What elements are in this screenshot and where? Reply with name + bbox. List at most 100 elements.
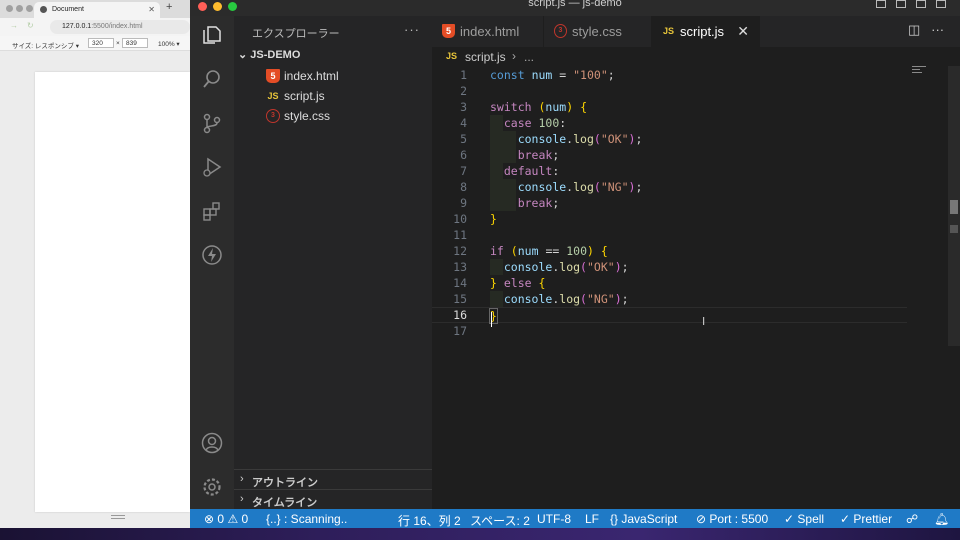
width-input[interactable]: 320 [88, 38, 114, 48]
notifications-bell-icon[interactable]: 🔔︎ [934, 512, 949, 526]
live-server-port[interactable]: ⊘ Port : 5500 [696, 512, 768, 526]
port-label: Port : 5500 [709, 512, 769, 526]
code-text: } [490, 212, 497, 226]
scrollbar-thumb[interactable] [950, 200, 958, 214]
code-text: if (num == 100) { [490, 244, 608, 258]
settings-gear-icon[interactable] [201, 476, 223, 498]
breadcrumb-file[interactable]: script.js [465, 50, 506, 64]
toggle-panel-icon[interactable] [896, 0, 906, 8]
run-debug-icon[interactable] [201, 156, 223, 178]
indentation[interactable]: スペース: 2 [470, 512, 530, 529]
code-text: break; [517, 196, 560, 210]
folder-name: JS-DEMO [250, 49, 301, 61]
file-name: script.js [284, 89, 325, 103]
code-text: switch (num) { [490, 100, 588, 114]
encoding[interactable]: UTF-8 [537, 512, 571, 526]
more-actions-icon[interactable]: ··· [931, 22, 944, 37]
file-item-style-css[interactable]: 3 style.css [266, 107, 432, 127]
cursor-position[interactable]: 行 16、列 2 [398, 512, 461, 529]
warning-icon: ⚠ [227, 512, 239, 526]
scanning-status[interactable]: {..} : Scanning.. [266, 512, 347, 526]
language-mode[interactable]: {} JavaScript [610, 512, 677, 526]
css-file-icon: 3 [266, 109, 280, 123]
outline-label: アウトライン [252, 477, 318, 489]
timeline-section[interactable]: › タイムライン [234, 489, 432, 509]
prettier-status[interactable]: ✓ Prettier [840, 512, 892, 526]
code-line: case 100: [432, 115, 907, 131]
window-minimize-dot[interactable] [16, 5, 23, 12]
more-actions-icon[interactable]: ··· [404, 22, 420, 37]
zoom-select[interactable]: 100% ▾ [158, 40, 180, 48]
code-line: break; [432, 195, 907, 211]
times-sign: × [116, 40, 120, 47]
extensions-icon[interactable] [201, 200, 223, 222]
css-file-icon: 3 [554, 24, 567, 38]
title-bar: script.js — js-demo [190, 0, 960, 16]
page-preview[interactable] [35, 72, 190, 512]
breadcrumb-symbols[interactable]: ... [524, 50, 534, 64]
spell-label: Spell [797, 512, 825, 526]
error-icon: ⊗ [204, 512, 215, 526]
device-size-select[interactable]: サイズ: レスポンシブ ▾ [12, 40, 79, 50]
window-close-dot[interactable] [6, 5, 13, 12]
problems-indicator[interactable]: ⊗ 0 ⚠ 0 [204, 512, 248, 526]
account-icon[interactable] [201, 432, 223, 454]
source-control-icon[interactable] [201, 112, 223, 134]
code-line: if (num == 100) { [432, 243, 907, 259]
end-of-line[interactable]: LF [585, 512, 599, 526]
toggle-secondary-sidebar-icon[interactable] [916, 0, 926, 8]
code-line: console.log("NG"); [432, 179, 907, 195]
tab-script-js[interactable]: JS script.js ✕ [652, 16, 760, 47]
code-line: console.log("NG"); [432, 291, 907, 307]
close-tab-icon[interactable]: ✕ [737, 23, 749, 40]
browser-tab-bar: Document ✕ + [0, 0, 190, 18]
split-editor-icon[interactable]: ◫ [908, 22, 920, 37]
url-path: :5500/index.html [91, 23, 143, 30]
tab-style-css[interactable]: 3 style.css [544, 16, 652, 47]
search-icon[interactable] [201, 68, 223, 90]
desktop-background [0, 528, 960, 540]
tab-label: style.css [572, 24, 622, 39]
reload-icon[interactable]: ↻ [27, 21, 34, 30]
tab-index-html[interactable]: 5 index.html [432, 16, 544, 47]
no-entry-icon: ⊘ [696, 512, 707, 526]
folder-header[interactable]: ⌄ JS-DEMO [238, 48, 300, 61]
js-file-icon: JS [267, 91, 279, 101]
code-line: console.log("OK"); [432, 131, 907, 147]
responsive-toolbar: サイズ: レスポンシブ ▾ 320 × 839 100% ▾ [0, 36, 190, 51]
code-line: switch (num) { [432, 99, 907, 115]
scrollbar-marker [950, 225, 958, 233]
code-text: case 100: [503, 116, 567, 130]
code-text: break; [517, 148, 560, 162]
resize-handle[interactable] [111, 515, 125, 519]
line-number: 11 [453, 228, 467, 242]
file-item-index-html[interactable]: 5 index.html [266, 67, 432, 87]
feedback-icon[interactable]: ☍ [906, 512, 918, 526]
address-bar[interactable]: 127.0.0.1:5500/index.html [50, 20, 190, 34]
html-file-icon: 5 [442, 24, 455, 38]
minimap[interactable] [912, 66, 926, 80]
code-text: const num = "100"; [490, 68, 615, 82]
browser-tab[interactable]: Document ✕ [34, 2, 160, 18]
close-icon[interactable]: ✕ [148, 5, 155, 14]
explorer-title: エクスプローラー [252, 28, 340, 40]
chevron-right-icon: › [240, 493, 244, 505]
file-item-script-js[interactable]: JS script.js [266, 87, 432, 107]
new-tab-button[interactable]: + [166, 1, 172, 13]
height-input[interactable]: 839 [122, 38, 148, 48]
forward-arrow-icon[interactable]: → [10, 21, 18, 30]
lightning-icon[interactable] [201, 244, 223, 266]
breadcrumb: JS script.js › ... [432, 47, 960, 67]
language-label: JavaScript [621, 512, 678, 526]
toggle-sidebar-icon[interactable] [876, 0, 886, 8]
status-bar: ⊗ 0 ⚠ 0 {..} : Scanning.. 行 16、列 2 スペース:… [190, 509, 960, 528]
tab-label: index.html [460, 24, 520, 39]
customize-layout-icon[interactable] [936, 0, 946, 8]
window-zoom-dot[interactable] [26, 5, 33, 12]
code-editor[interactable]: 1 2 3 4 5 6 7 8 9 10 11 12 13 14 15 16 17 const num = "1… [432, 67, 960, 510]
spell-check[interactable]: ✓ Spell [784, 512, 824, 526]
explorer-icon[interactable] [201, 24, 223, 46]
outline-section[interactable]: › アウトライン [234, 469, 432, 489]
code-line: break; [432, 147, 907, 163]
ibeam-cursor-icon: I [702, 315, 706, 328]
